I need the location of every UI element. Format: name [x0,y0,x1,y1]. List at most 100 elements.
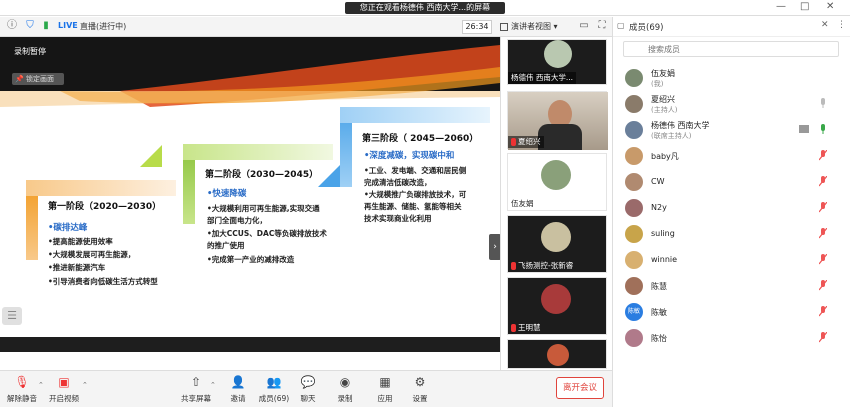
video-tile[interactable] [507,339,607,369]
apps-icon: ▦ [379,375,391,389]
member-name: winnie [651,255,678,264]
avatar [625,277,643,295]
meeting-top-toolbar: ⓘ ⛉ ▮ LIVE 直播(进行中) 26:34 演讲者视图 ▾ ▭ ⛶ [0,17,612,37]
member-row[interactable]: 杨德伟 西南大学 (联席主持人) [613,119,850,141]
layout-icon[interactable]: ▭ [578,20,590,32]
maximize-icon[interactable]: □ [800,1,809,12]
video-tile-name: 杨德伟 西南大学... [508,72,577,84]
live-badge[interactable]: LIVE [58,21,78,30]
screen-share-icon [799,125,809,133]
stage3-line: 完成清洁低碳改造， [364,178,432,187]
record-button[interactable]: ◉ 录制 [327,375,363,404]
window-title: 您正在观看杨德伟 西南大学...的屏幕 [345,2,505,14]
members-button[interactable]: 👥 成员(69) [256,375,292,404]
video-tile-name: 王明慧 [508,322,544,334]
info-icon[interactable]: ⓘ [6,20,18,32]
share-screen-label: 共享屏幕 [181,394,211,403]
stage2-line: •加大CCUS、DAC等负碳排放技术 [207,229,327,238]
chevron-up-icon[interactable]: ⌃ [210,381,216,389]
stage1-title: 第一阶段（2020—2030） [48,202,162,212]
mic-muted-icon[interactable] [818,175,828,187]
close-panel-icon[interactable]: ✕ [821,20,829,30]
member-row[interactable]: baby凡 [613,145,850,167]
menu-icon[interactable]: ☰ [2,307,22,325]
member-row[interactable]: 伍友娟 (我) [613,67,850,89]
apps-button[interactable]: ▦ 应用 [367,375,403,404]
member-row[interactable]: 陈怡 [613,327,850,349]
mic-muted-icon[interactable] [818,201,828,213]
stage1-header [26,180,176,196]
member-row[interactable]: CW [613,171,850,193]
member-name: 陈慧 [651,282,667,291]
avatar [625,173,643,191]
stage3-line: •工业、发电端、交通和居民侧 [364,166,467,175]
mic-muted-icon[interactable] [818,227,828,239]
member-row[interactable]: winnie [613,249,850,271]
video-tile-name: 伍友娟 [511,199,534,208]
member-name: 杨德伟 西南大学 [651,121,710,130]
mic-muted-icon[interactable] [818,149,828,161]
lock-screen-button[interactable]: 📌 锁定画面 [12,73,64,85]
video-tile[interactable]: 飞扬测控-张新睿 [507,215,607,273]
member-row[interactable]: suling [613,223,850,245]
member-row[interactable]: 陈敏 陈敏 [613,301,850,323]
chat-button[interactable]: 💬 聊天 [290,375,326,404]
video-off-icon: ▣ [58,375,70,389]
start-video-label: 开启视频 [49,394,79,403]
more-icon[interactable]: ⋮ [837,20,846,30]
invite-button[interactable]: 👤 邀请 [220,375,256,404]
mic-muted-icon[interactable] [818,305,828,317]
invite-icon: 👤 [230,375,246,389]
member-name: 夏绍兴 [651,95,675,104]
mic-muted-icon: 🎙 [14,375,30,389]
member-search-input[interactable] [623,41,839,57]
close-icon[interactable]: ✕ [826,1,834,12]
leave-meeting-button[interactable]: 离开会议 [556,377,604,399]
mic-muted-icon[interactable] [818,331,828,343]
stage3-header [340,107,490,123]
settings-button[interactable]: ⚙ 设置 [402,375,438,404]
avatar [625,147,643,165]
speaker-view-button[interactable]: 演讲者视图 ▾ [500,20,568,34]
start-video-button[interactable]: ▣ 开启视频 [46,375,82,404]
stage2-line: •完成第一产业的减排改造 [207,255,295,264]
mic-active-icon[interactable] [819,124,827,135]
video-tile[interactable]: 王明慧 [507,277,607,335]
stage3-subtitle: •深度减碳，实现碳中和 [364,151,455,161]
signal-icon[interactable]: ▮ [40,20,52,32]
video-tile[interactable]: 杨德伟 西南大学... [507,39,607,85]
meeting-app: 您正在观看杨德伟 西南大学...的屏幕 — □ ✕ ⓘ ⛉ ▮ LIVE 直播(… [0,0,850,407]
member-name: N2y [651,203,667,212]
avatar [625,225,643,243]
members-icon: ▢ [617,21,625,30]
collapse-strip-icon[interactable]: › [489,234,500,260]
chat-icon: 💬 [300,375,316,389]
unmute-button[interactable]: 🎙 解除静音 [4,375,40,404]
avatar [625,95,643,113]
video-tile[interactable]: 伍友娟 [507,153,607,211]
member-row[interactable]: N2y [613,197,850,219]
chevron-up-icon[interactable]: ⌃ [82,381,88,389]
share-screen-icon: ⇧ [190,375,202,389]
stage3-triangle [318,165,340,187]
lock-label: 锁定画面 [25,75,54,83]
shield-icon[interactable]: ⛉ [24,20,36,32]
mic-muted-icon [511,262,516,270]
record-icon: ◉ [339,375,351,389]
chevron-up-icon[interactable]: ⌃ [38,381,44,389]
stage2-line: 的推广使用 [207,241,245,250]
recording-paused-label: 录制暂停 [14,47,46,56]
fullscreen-icon[interactable]: ⛶ [596,20,608,32]
mic-icon[interactable] [819,98,827,109]
minimize-icon[interactable]: — [776,1,786,12]
share-screen-button[interactable]: ⇧ 共享屏幕 [178,375,214,404]
avatar [541,160,571,190]
member-name: 伍友娟 [651,69,675,78]
mic-muted-icon[interactable] [818,279,828,291]
video-tile[interactable]: 夏绍兴 [507,91,608,150]
grid-icon [500,22,508,31]
member-row[interactable]: 陈慧 [613,275,850,297]
member-row[interactable]: 夏绍兴 (主持人) [613,93,850,115]
avatar [544,40,572,68]
mic-muted-icon[interactable] [818,253,828,265]
